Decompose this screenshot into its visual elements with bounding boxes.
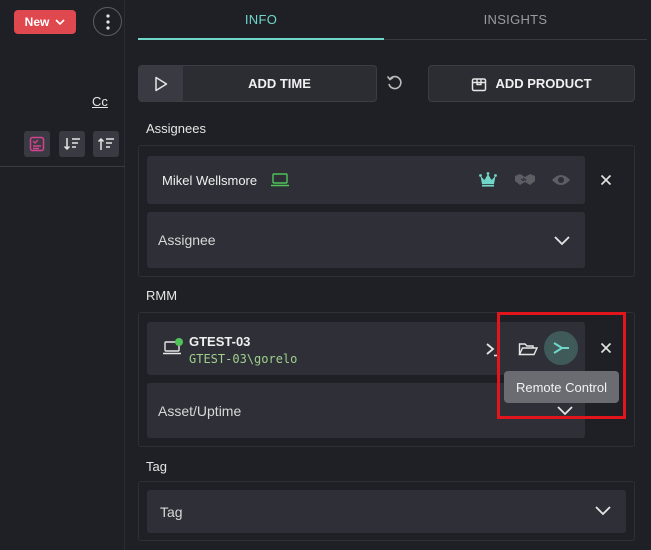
rmm-heading: RMM (146, 288, 178, 303)
assignee-select-placeholder: Assignee (158, 232, 216, 248)
new-button[interactable]: New (14, 10, 76, 34)
handshake-icon[interactable] (514, 172, 536, 187)
left-divider (0, 166, 125, 167)
play-icon (155, 76, 168, 91)
asset-uptime-placeholder: Asset/Uptime (158, 403, 242, 419)
add-product-button[interactable]: ADD PRODUCT (428, 65, 635, 102)
add-product-label: ADD PRODUCT (495, 76, 592, 91)
laptop-icon (163, 338, 183, 355)
chevron-down-icon (595, 506, 611, 516)
checklist-icon (29, 136, 45, 152)
sort-asc-icon (97, 137, 114, 150)
reset-time-button[interactable] (384, 72, 406, 94)
assignee-name: Mikel Wellsmore (162, 173, 258, 188)
more-options-button[interactable] (93, 7, 122, 36)
new-button-label: New (24, 15, 50, 29)
remove-assignee-button[interactable] (597, 171, 615, 189)
tab-insights[interactable]: INSIGHTS (384, 0, 647, 40)
left-pane (0, 0, 125, 550)
add-time-label: ADD TIME (248, 76, 311, 91)
chevron-down-icon (55, 19, 65, 26)
start-timer-button[interactable] (139, 66, 183, 101)
tag-heading: Tag (146, 459, 167, 474)
close-icon (600, 174, 612, 186)
assignees-heading: Assignees (146, 121, 206, 136)
tab-insights-label: INSIGHTS (483, 12, 548, 27)
eye-icon[interactable] (551, 173, 571, 187)
tag-select[interactable] (147, 490, 626, 533)
online-status-dot (175, 338, 183, 346)
crown-icon[interactable] (479, 172, 497, 187)
highlight-box (497, 312, 626, 419)
sort-asc-button[interactable] (93, 131, 119, 157)
undo-icon (386, 75, 402, 90)
pane-divider (124, 0, 125, 550)
sort-desc-icon (63, 138, 80, 151)
box-icon (472, 77, 487, 91)
sort-desc-button[interactable] (59, 131, 85, 157)
kebab-icon (105, 13, 110, 30)
device-name: GTEST-03 (189, 334, 251, 349)
tab-info[interactable]: INFO (138, 0, 384, 40)
checklist-tool-button[interactable] (24, 131, 50, 157)
add-time-button[interactable]: ADD TIME (183, 66, 376, 101)
tag-select-placeholder: Tag (160, 504, 183, 520)
chevron-down-icon (554, 236, 570, 246)
tab-info-label: INFO (244, 11, 278, 27)
cc-link[interactable]: Cc (92, 94, 108, 109)
laptop-icon (271, 173, 289, 187)
device-user: GTEST-03\gorelo (189, 352, 298, 366)
